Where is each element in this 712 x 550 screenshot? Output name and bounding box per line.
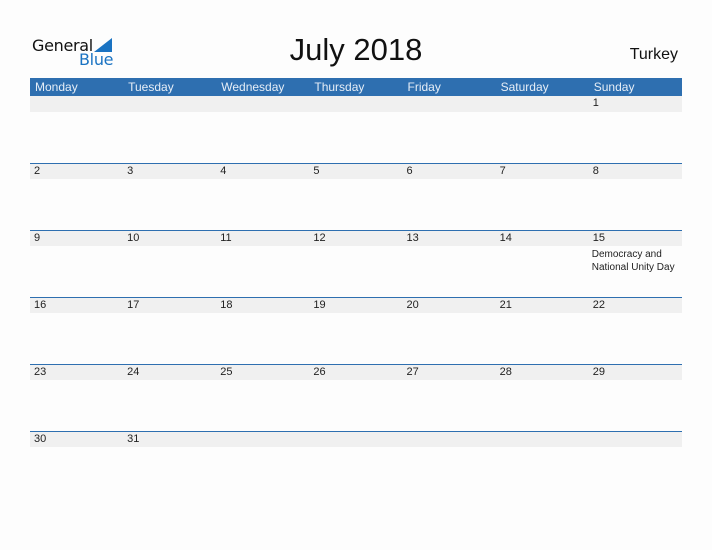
weekday-thursday: Thursday [314,80,365,94]
weekday-monday: Monday [35,80,78,94]
day-cell: 31 [123,432,216,447]
day-number: 24 [127,366,140,378]
day-cell: 24 [123,365,216,380]
week-row: 9 10 11 12 13 14 15 Democracy and National Unit… [30,230,682,297]
weekday-saturday: Saturday [500,80,549,94]
day-number: 7 [499,165,506,177]
day-number: 28 [499,366,512,378]
day-number: 29 [592,366,605,378]
day-number: 9 [34,232,41,244]
day-number: 22 [592,299,605,311]
day-cell: 12 [309,231,402,246]
day-cell [403,96,496,112]
day-cell [309,96,402,112]
day-cell: 14 [496,231,589,246]
day-number: 11 [220,232,232,244]
day-cell: 29 [589,365,682,380]
calendar-grid: Monday Tuesday Wednesday Thursday Friday… [30,78,682,498]
week-date-bar: 9 10 11 12 13 14 15 Democracy and National Unit… [30,230,682,273]
day-cell: 9 [30,231,123,246]
day-number: 8 [592,165,599,177]
day-cell [30,96,123,112]
weekday-header: Monday Tuesday Wednesday Thursday Friday… [30,78,682,96]
day-cell: 21 [496,298,589,313]
day-cell [216,432,309,447]
day-cell: 10 [123,231,216,246]
week-row: 2 3 4 5 6 7 8 [30,163,682,230]
weekday-wednesday: Wednesday [221,80,285,94]
week-row: 16 17 18 19 20 21 22 [30,297,682,364]
day-number: 20 [406,299,419,311]
week-row: 23 24 25 26 27 28 29 [30,364,682,431]
day-cell: 11 [216,231,309,246]
day-number: 13 [406,232,419,244]
week-row: 1 [30,96,682,163]
day-cell: 2 [30,164,123,179]
day-cell: 26 [309,365,402,380]
day-number: 26 [313,366,326,378]
day-number: 19 [313,299,326,311]
day-number: 10 [127,232,140,244]
day-cell: 23 [30,365,123,380]
day-cell: 19 [309,298,402,313]
day-cell: 22 [589,298,682,313]
day-cell: 7 [496,164,589,179]
day-number: 15 [592,232,605,244]
day-cell: 5 [309,164,402,179]
day-cell: 17 [123,298,216,313]
day-number: 1 [592,97,599,109]
day-number: 30 [34,433,47,445]
day-number: 17 [127,299,140,311]
day-number: 2 [34,165,41,177]
day-number: 6 [406,165,413,177]
day-cell: 18 [216,298,309,313]
day-number: 5 [313,165,320,177]
day-cell [403,432,496,447]
day-number: 21 [499,299,512,311]
day-cell: 30 [30,432,123,447]
day-cell: 16 [30,298,123,313]
day-number: 25 [220,366,233,378]
country-label: Turkey [629,46,678,63]
day-cell: 27 [403,365,496,380]
day-cell: 3 [123,164,216,179]
day-number: 18 [220,299,233,311]
day-cell: 20 [403,298,496,313]
week-date-bar: 23 24 25 26 27 28 29 [30,364,682,380]
week-date-bar: 2 3 4 5 6 7 8 [30,163,682,179]
weekday-sunday: Sunday [593,80,635,94]
weekday-friday: Friday [407,80,441,94]
day-cell: 15 Democracy and National Unity Day [589,231,682,273]
week-row: 30 31 [30,431,682,498]
day-cell: 6 [403,164,496,179]
week-date-bar: 16 17 18 19 20 21 22 [30,297,682,313]
day-cell [496,432,589,447]
day-number: 14 [499,232,512,244]
week-date-bar: 1 [30,96,682,112]
day-cell [123,96,216,112]
day-cell [216,96,309,112]
day-cell [589,432,682,447]
week-date-bar: 30 31 [30,431,682,447]
day-number: 31 [127,433,140,445]
weekday-tuesday: Tuesday [128,80,174,94]
day-number: 27 [406,366,419,378]
day-number: 23 [34,366,47,378]
day-number: 16 [34,299,47,311]
holiday-event: Democracy and National Unity Day [591,249,675,273]
day-cell: 25 [216,365,309,380]
day-cell: 8 [589,164,682,179]
day-number: 3 [127,165,134,177]
day-cell: 28 [496,365,589,380]
day-cell [309,432,402,447]
day-number: 4 [220,165,227,177]
day-cell [496,96,589,112]
day-number: 12 [313,232,326,244]
day-cell: 1 [589,96,682,112]
calendar-title: July 2018 [289,32,423,67]
day-cell: 13 [403,231,496,246]
day-cell: 4 [216,164,309,179]
